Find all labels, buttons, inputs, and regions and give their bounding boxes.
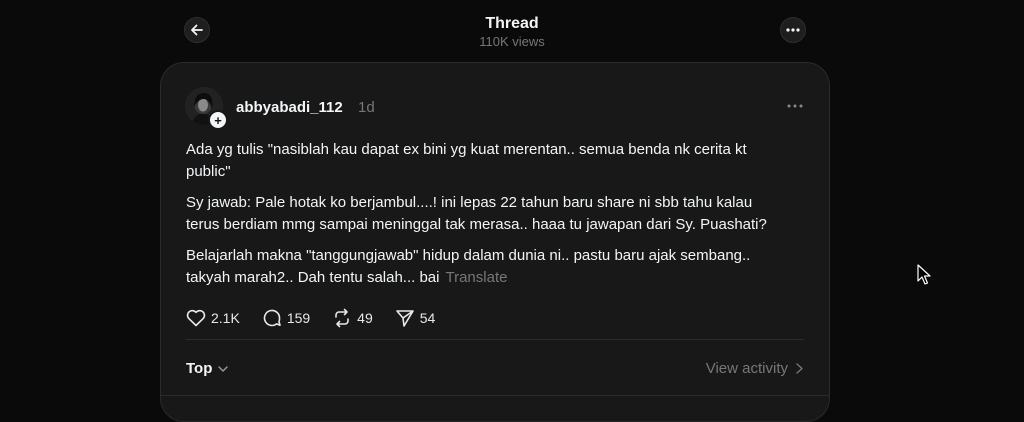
divider [186, 339, 804, 340]
view-activity-link[interactable]: View activity [706, 360, 803, 377]
post-time: 1d [358, 99, 375, 116]
heart-icon [186, 309, 206, 327]
like-button[interactable]: 2.1K [186, 309, 240, 327]
post-paragraph: Ada yg tulis "nasiblah kau dapat ex bini… [186, 141, 747, 180]
more-horizontal-icon [786, 28, 800, 32]
repost-count: 49 [357, 310, 373, 326]
page-title: Thread [485, 15, 539, 32]
post-more-button[interactable] [785, 99, 805, 113]
repost-button[interactable]: 49 [332, 308, 373, 328]
send-icon [395, 310, 414, 327]
mouse-cursor-icon [917, 264, 931, 285]
sort-label: Top [186, 360, 213, 377]
reply-count: 159 [286, 310, 311, 326]
sort-dropdown[interactable]: Top [186, 360, 229, 377]
repost-icon [335, 308, 349, 328]
post-paragraph: Belajarlah makna "tanggungjawab" hidup d… [186, 245, 786, 289]
post-body: Ada yg tulis "nasiblah kau dapat ex bini… [186, 139, 786, 298]
chevron-down-icon [218, 365, 229, 372]
chevron-right-icon [796, 363, 803, 374]
view-activity-label: View activity [705, 360, 788, 377]
share-button[interactable]: 54 [395, 308, 436, 328]
post-actions: 2.1K 159 49 54 [186, 307, 457, 329]
thread-post-card: + abbyabadi_112 1d Ada yg tulis "nasibla… [160, 62, 830, 422]
reply-button[interactable]: 159 [262, 308, 310, 328]
translate-link[interactable]: Translate [445, 269, 507, 286]
more-horizontal-icon [787, 104, 803, 108]
username[interactable]: abbyabadi_112 [236, 99, 343, 116]
follow-plus-icon[interactable]: + [208, 110, 228, 130]
view-count: 110K views [479, 34, 545, 49]
comment-icon [263, 309, 281, 327]
share-count: 54 [419, 310, 436, 326]
like-count: 2.1K [211, 310, 240, 326]
post-paragraph: Sy jawab: Pale hotak ko berjambul....! i… [186, 194, 767, 233]
divider [161, 395, 829, 396]
more-options-button[interactable] [780, 17, 806, 43]
